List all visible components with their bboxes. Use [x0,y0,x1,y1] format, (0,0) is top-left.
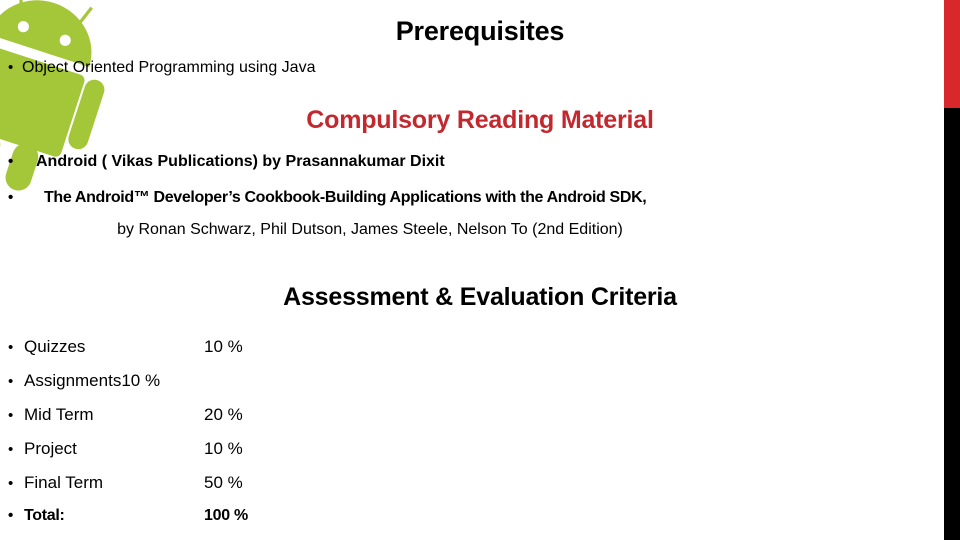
bullet-icon: • [8,153,14,170]
page-title: Prerequisites [395,16,565,46]
assessment-percent: 100 % [204,507,248,524]
assessment-label: Mid Term [24,405,94,424]
prerequisite-text: Object Oriented Programming using Java [22,59,316,76]
assessment-row: • Assignments 10 % [8,371,338,405]
reading-item: • The Android™ Developer’s Cookbook-Buil… [8,189,647,207]
bullet-icon: • [8,59,14,76]
assessment-percent: 20 % [204,405,243,424]
assessment-row: • Final Term 50 % [8,473,338,507]
bullet-icon: • [8,507,13,524]
bullet-icon: • [8,475,14,492]
assessment-percent: 10 % [204,439,243,458]
reading-byline: by Ronan Schwarz, Phil Dutson, James Ste… [117,221,623,238]
assessment-percent: 10 % [204,337,243,356]
reading-item-text: The Android™ Developer’s Cookbook-Buildi… [44,189,647,206]
assessment-row: • Quizzes 10 % [8,337,338,371]
reading-item-text: Android ( Vikas Publications) by Prasann… [36,153,445,170]
assessment-label: Final Term [24,473,104,492]
slide-canvas: Prerequisites • Object Oriented Programm… [0,0,960,540]
assessment-label: Assignments [24,371,122,390]
assessment-row: • Project 10 % [8,439,338,473]
bullet-icon: • [8,189,14,206]
assessment-heading: Assessment & Evaluation Criteria [283,283,677,311]
assessment-label: Total: [24,507,65,524]
assessment-percent: 50 % [204,473,243,492]
assessment-percent: 10 % [121,371,161,390]
assessment-row: • Mid Term 20 % [8,405,338,439]
bullet-icon: • [8,441,14,458]
bullet-icon: • [8,407,14,424]
bullet-icon: • [8,339,14,356]
prerequisite-item: • Object Oriented Programming using Java [8,59,315,77]
accent-bar-black [944,108,960,540]
assessment-label: Quizzes [24,337,86,356]
assessment-list: • Quizzes 10 % • Assignments 10 % • Mid … [8,337,338,540]
reading-item: • Android ( Vikas Publications) by Prasa… [8,153,445,171]
assessment-row-total: • Total: 100 % [8,507,338,540]
bullet-icon: • [8,373,14,390]
reading-material-heading: Compulsory Reading Material [306,106,654,134]
assessment-label: Project [24,439,77,458]
